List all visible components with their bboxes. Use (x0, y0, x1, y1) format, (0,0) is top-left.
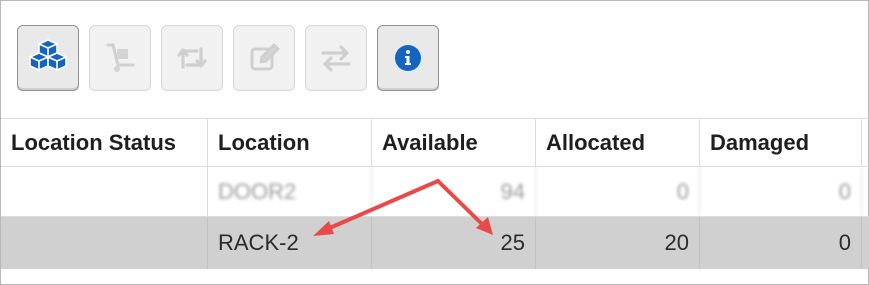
table-row-selected[interactable]: RACK-2 25 20 0 (1, 217, 869, 269)
move-stock-button[interactable] (89, 25, 151, 91)
edit-icon (250, 43, 280, 71)
column-header-damaged[interactable]: Damaged (700, 119, 862, 166)
cell-available: 25 (372, 217, 536, 269)
hand-truck-icon (106, 43, 135, 72)
column-header-overflow (862, 119, 869, 166)
boxes-icon (29, 39, 67, 71)
cycle-count-button[interactable] (161, 25, 223, 91)
cell-allocated: 20 (536, 217, 700, 269)
cell-location: RACK-2 (208, 217, 372, 269)
grid-header-row: Location Status Location Available Alloc… (1, 119, 869, 167)
cell-location-status (1, 167, 208, 216)
inventory-boxes-button[interactable] (17, 25, 79, 91)
cell-damaged: 0 (700, 167, 862, 216)
cell-damaged: 0 (700, 217, 862, 269)
cell-location: DOOR2 (208, 167, 372, 216)
cell-overflow (862, 167, 869, 216)
inventory-panel: Location Status Location Available Alloc… (0, 0, 869, 285)
info-button[interactable] (377, 25, 439, 91)
column-header-available[interactable]: Available (372, 119, 536, 166)
column-header-location[interactable]: Location (208, 119, 372, 166)
toolbar (17, 25, 439, 91)
info-icon (395, 45, 421, 71)
table-row[interactable]: DOOR2 94 0 0 (1, 167, 869, 217)
edit-button[interactable] (233, 25, 295, 91)
inventory-grid: Location Status Location Available Alloc… (1, 119, 869, 269)
cell-overflow (862, 217, 869, 269)
cell-allocated: 0 (536, 167, 700, 216)
cell-location-status (1, 217, 208, 269)
column-header-allocated[interactable]: Allocated (536, 119, 700, 166)
cell-available: 94 (372, 167, 536, 216)
transfer-loop-icon (177, 47, 207, 69)
transfer-button[interactable] (305, 25, 367, 91)
swap-arrows-icon (321, 45, 351, 72)
column-header-location-status[interactable]: Location Status (1, 119, 208, 166)
